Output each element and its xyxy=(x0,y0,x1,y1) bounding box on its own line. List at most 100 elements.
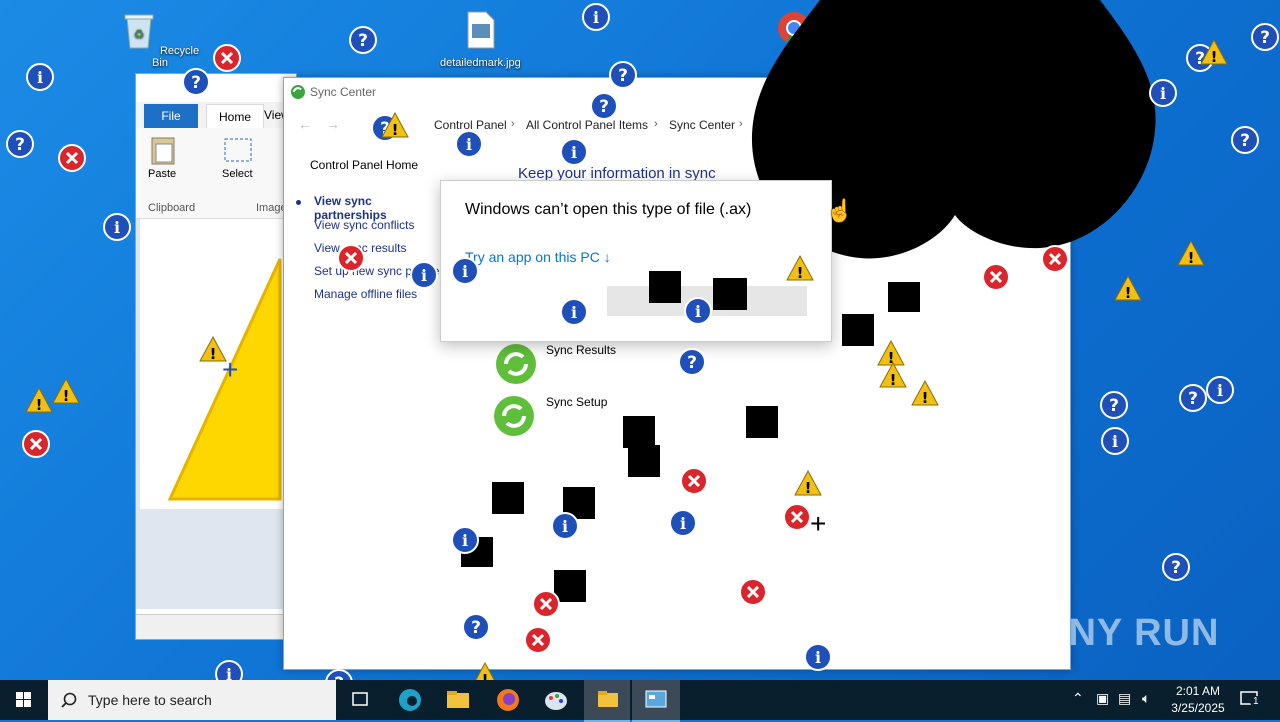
task-view-icon[interactable] xyxy=(340,684,380,716)
lock-icon[interactable]: ▣ xyxy=(1096,690,1109,707)
svg-text:!: ! xyxy=(890,371,897,389)
black-square-artifact xyxy=(628,445,660,477)
question-icon: ? xyxy=(462,613,490,641)
svg-text:i: i xyxy=(1160,84,1166,103)
svg-text:?: ? xyxy=(191,73,201,93)
info-icon: i xyxy=(551,512,579,540)
edge-browser-icon[interactable] xyxy=(390,684,430,716)
svg-text:!: ! xyxy=(922,389,929,407)
svg-text:i: i xyxy=(815,648,821,667)
paste-icon[interactable] xyxy=(148,134,178,166)
svg-text:i: i xyxy=(695,302,701,321)
taskbar-clock[interactable]: 2:01 AM 3/25/2025 xyxy=(1158,683,1238,717)
sidebar-control-panel-home[interactable]: Control Panel Home xyxy=(310,158,418,172)
paint-yellow-shape xyxy=(140,219,296,509)
black-square-artifact xyxy=(492,482,524,514)
forward-arrow-icon[interactable]: → xyxy=(326,116,340,132)
paint-file-tab[interactable]: File xyxy=(144,104,198,128)
try-app-link[interactable]: Try an app on this PC ↓ xyxy=(465,249,611,265)
sync-setup-link[interactable]: Sync Setup xyxy=(546,395,607,409)
crosshair-cursor-icon: + xyxy=(222,354,239,385)
warning-icon: ! xyxy=(1114,274,1142,302)
image-file-icon xyxy=(467,11,495,49)
paint-canvas-area[interactable] xyxy=(136,219,296,609)
question-icon: ? xyxy=(1251,23,1279,51)
black-square-artifact xyxy=(649,271,681,303)
crosshair-cursor-icon: + xyxy=(810,508,827,539)
question-icon: ? xyxy=(182,68,210,96)
sync-results-link[interactable]: Sync Results xyxy=(546,343,616,357)
svg-text:!: ! xyxy=(797,264,804,282)
notification-center[interactable]: 1 xyxy=(1238,688,1262,710)
taskbar-search-box[interactable]: Type here to search xyxy=(48,680,336,720)
firefox-icon[interactable] xyxy=(488,684,528,716)
svg-text:?: ? xyxy=(358,31,368,51)
warning-icon: ! xyxy=(911,379,939,407)
chevron-up-icon[interactable]: ⌃ xyxy=(1072,690,1084,707)
notification-badge: 1 xyxy=(1250,696,1262,707)
select-icon[interactable] xyxy=(222,136,254,164)
breadcrumb-sync-center[interactable]: Sync Center xyxy=(669,118,735,132)
error-icon xyxy=(680,467,708,495)
info-icon: i xyxy=(410,261,438,289)
breadcrumb-separator-icon: › xyxy=(511,118,515,130)
svg-text:?: ? xyxy=(15,135,25,155)
hand-cursor-icon: ☝ xyxy=(826,198,854,223)
search-placeholder: Type here to search xyxy=(88,692,212,708)
svg-text:?: ? xyxy=(1109,396,1119,416)
file-explorer-icon[interactable] xyxy=(438,684,478,716)
desktop-icon-label: detailedmark.jpg xyxy=(440,57,521,69)
question-icon: ? xyxy=(6,130,34,158)
open-with-dialog[interactable]: Windows can’t open this type of file (.a… xyxy=(440,180,832,342)
folder-icon xyxy=(598,691,618,707)
warning-icon: ! xyxy=(25,386,53,414)
desktop-icon-image-file[interactable]: detailedmark.jpg xyxy=(440,10,521,69)
select-button[interactable]: Select xyxy=(222,168,253,180)
error-icon xyxy=(783,503,811,531)
desktop-icon-recycle-bin[interactable]: ♻ Recycle Bin xyxy=(120,10,200,69)
svg-text:!: ! xyxy=(1211,48,1218,66)
svg-text:?: ? xyxy=(599,97,609,117)
breadcrumb-separator-icon: › xyxy=(739,118,743,130)
breadcrumb-all-items[interactable]: All Control Panel Items xyxy=(526,118,648,132)
network-icon[interactable]: ▤ xyxy=(1118,690,1131,707)
black-square-artifact xyxy=(623,416,655,448)
search-icon xyxy=(61,692,77,708)
info-icon: i xyxy=(1101,427,1129,455)
svg-text:?: ? xyxy=(1171,558,1181,578)
taskbar-active-app[interactable] xyxy=(632,680,680,722)
back-arrow-icon[interactable]: ← xyxy=(298,116,312,132)
info-icon: i xyxy=(451,526,479,554)
error-icon xyxy=(982,263,1010,291)
svg-text:!: ! xyxy=(1125,284,1132,302)
dialog-message: Windows can’t open this type of file (.a… xyxy=(465,201,752,218)
info-icon: i xyxy=(455,130,483,158)
info-icon: i xyxy=(804,643,832,671)
taskbar-active-app[interactable] xyxy=(584,680,630,722)
svg-text:!: ! xyxy=(63,387,70,405)
taskbar: Type here to search ⌃ ▣ ▤ 🔈︎ 2:01 AM 3/2… xyxy=(0,680,1280,722)
paste-button[interactable]: Paste xyxy=(148,168,176,180)
sidebar-view-sync-conflicts[interactable]: View sync conflicts xyxy=(314,218,414,232)
black-square-artifact xyxy=(713,278,747,310)
sync-sidebar: Control Panel Home View sync partnership… xyxy=(284,138,444,669)
svg-text:i: i xyxy=(1217,381,1223,400)
svg-text:i: i xyxy=(114,218,120,237)
error-icon xyxy=(532,590,560,618)
svg-text:!: ! xyxy=(36,396,43,414)
sync-setup-icon[interactable] xyxy=(492,394,536,438)
warning-icon: ! xyxy=(1177,239,1205,267)
svg-text:i: i xyxy=(1112,432,1118,451)
question-icon: ? xyxy=(1231,126,1259,154)
warning-icon: ! xyxy=(794,469,822,497)
sync-results-icon[interactable] xyxy=(494,342,538,386)
svg-text:!: ! xyxy=(392,121,399,139)
paint-app-icon[interactable] xyxy=(536,684,576,716)
paint-home-tab[interactable]: Home xyxy=(206,104,264,129)
windows-start-icon[interactable] xyxy=(0,680,48,720)
question-icon: ? xyxy=(1179,384,1207,412)
warning-icon: ! xyxy=(1200,38,1228,66)
error-icon xyxy=(1041,245,1069,273)
sidebar-manage-offline-files[interactable]: Manage offline files xyxy=(314,287,417,301)
volume-icon[interactable]: 🔈︎ xyxy=(1142,690,1150,707)
